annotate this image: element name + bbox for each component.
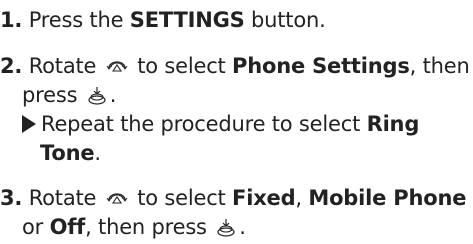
step-text: Press the: [28, 8, 130, 32]
step-text: ,: [295, 186, 309, 210]
rotate-dial-icon: [106, 57, 128, 77]
ring-tone-label: Ring: [366, 112, 420, 136]
press-dial-icon: [87, 86, 107, 106]
step-text: Rotate: [28, 54, 97, 78]
phone-settings-label: Phone Settings: [232, 54, 410, 78]
step-2: 2. Rotate to select Phone Settings, then: [0, 52, 470, 80]
step-3-continued: or Off, then press .: [22, 213, 246, 241]
step-text: .: [239, 215, 246, 239]
step-2-note: Repeat the procedure to select Ring: [22, 110, 419, 138]
press-dial-icon: [216, 218, 236, 238]
ring-tone-label: Tone: [40, 141, 95, 165]
note-text: .: [94, 141, 101, 165]
instruction-steps: 1. Press the SETTINGS button. 2. Rotate …: [0, 0, 473, 244]
fixed-option-label: Fixed: [232, 186, 296, 210]
step-text: .: [109, 83, 117, 107]
settings-button-label: SETTINGS: [129, 8, 245, 32]
step-text: button.: [244, 8, 326, 32]
step-text: , then press: [85, 215, 207, 239]
step-text: to select: [137, 186, 233, 210]
step-3: 3. Rotate to select Fixed, Mobile Phone: [0, 184, 466, 212]
arrow-right-icon: [22, 115, 36, 133]
step-text: Rotate: [28, 186, 97, 210]
step-2-continued: press .: [22, 81, 116, 109]
mobile-phone-option-label: Mobile Phone: [308, 186, 467, 210]
note-text: Repeat the procedure to select: [41, 112, 367, 136]
off-option-label: Off: [49, 215, 86, 239]
step-number: 1.: [0, 8, 23, 32]
step-text: or: [22, 215, 50, 239]
step-1: 1. Press the SETTINGS button.: [0, 6, 326, 34]
step-2-note-continued: Tone.: [40, 139, 101, 167]
rotate-dial-icon: [106, 189, 128, 209]
step-text: , then: [409, 54, 470, 78]
step-text: press: [22, 83, 78, 107]
step-number: 2.: [0, 54, 23, 78]
step-number: 3.: [0, 186, 23, 210]
step-text: to select: [137, 54, 233, 78]
